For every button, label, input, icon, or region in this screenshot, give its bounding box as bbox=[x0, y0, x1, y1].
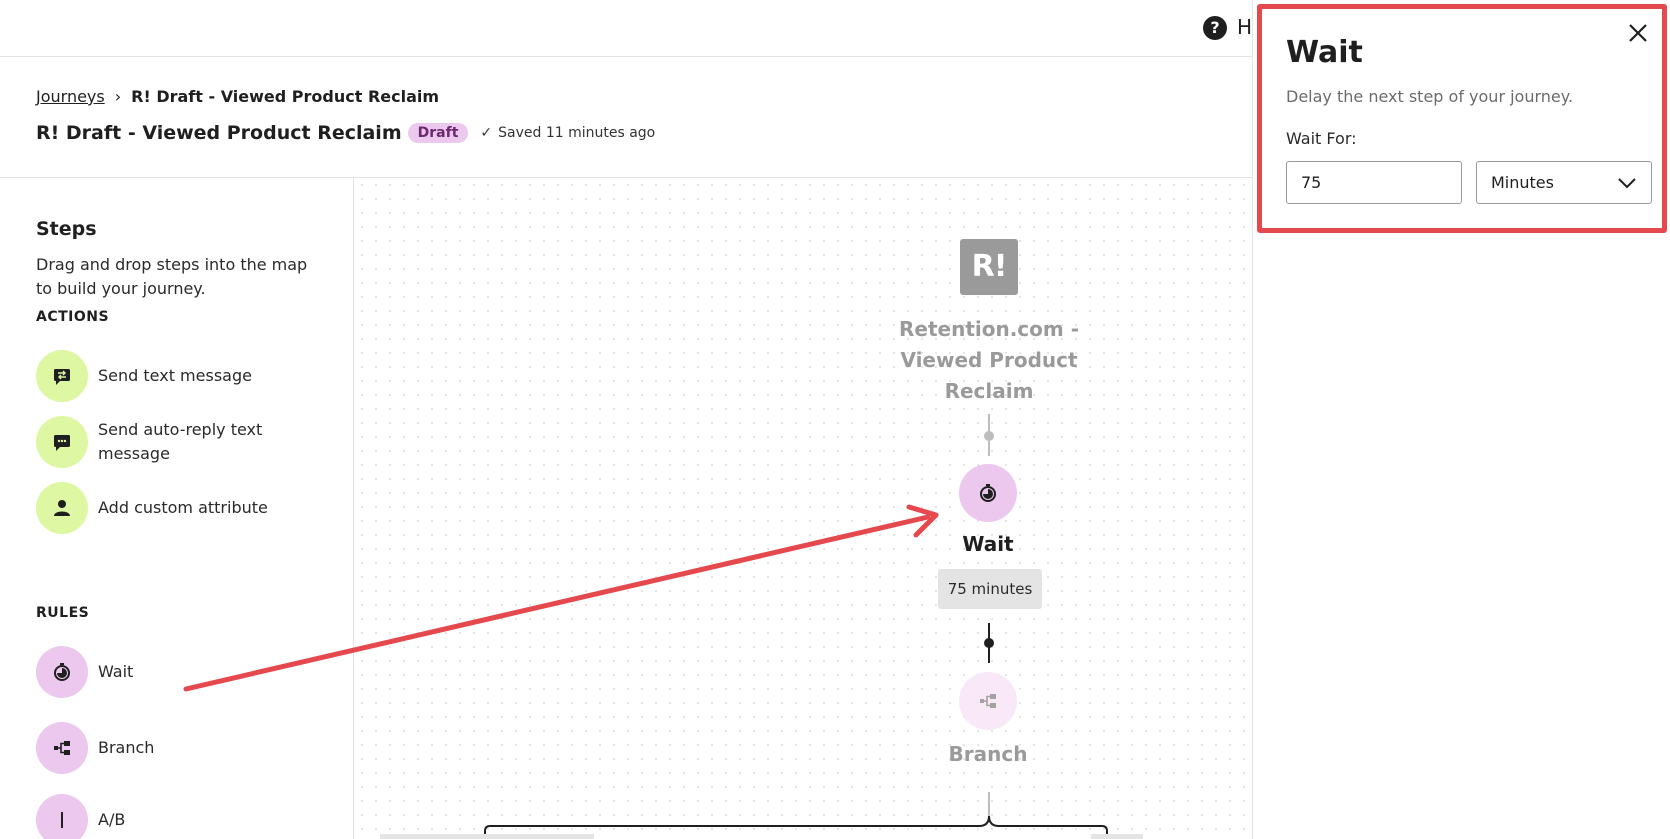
step-label: Wait bbox=[98, 662, 134, 681]
journey-header: Journeys › R! Draft - Viewed Product Rec… bbox=[0, 57, 1252, 178]
step-branch[interactable]: Branch bbox=[36, 722, 268, 774]
person-icon bbox=[36, 482, 88, 534]
step-wait[interactable]: Wait bbox=[36, 646, 268, 698]
help-label[interactable]: H bbox=[1237, 15, 1252, 39]
close-icon[interactable] bbox=[1626, 21, 1650, 45]
status-badge: Draft bbox=[407, 123, 469, 143]
stopwatch-icon bbox=[980, 484, 996, 502]
step-label: A/B bbox=[98, 810, 126, 829]
branch-icon bbox=[36, 722, 88, 774]
save-status: ✓ Saved 11 minutes ago bbox=[480, 125, 655, 141]
panel-description: Delay the next step of your journey. bbox=[1286, 87, 1574, 106]
step-add-custom-attribute[interactable]: Add custom attribute bbox=[36, 482, 268, 534]
canvas-connectors bbox=[380, 414, 1143, 839]
wait-settings-panel: Wait Delay the next step of your journey… bbox=[1252, 0, 1670, 839]
wait-unit-selected: Minutes bbox=[1491, 173, 1554, 192]
wait-duration-input[interactable] bbox=[1286, 161, 1462, 204]
steps-title: Steps bbox=[36, 218, 97, 240]
step-label: Send auto-reply text message bbox=[98, 420, 263, 463]
help-circle-icon[interactable]: ? bbox=[1203, 16, 1227, 40]
trigger-node-label[interactable]: Retention.com - Viewed Product Reclaim bbox=[874, 314, 1104, 407]
branch-icon bbox=[980, 694, 996, 708]
top-bar: ? H bbox=[0, 0, 1252, 57]
steps-description: Drag and drop steps into the map to buil… bbox=[36, 255, 308, 298]
step-label: Send text message bbox=[98, 366, 252, 385]
branch-node[interactable] bbox=[959, 672, 1017, 730]
step-ab-split[interactable]: A/B bbox=[36, 794, 268, 839]
message-send-icon bbox=[36, 350, 88, 402]
panel-title: Wait bbox=[1286, 35, 1363, 70]
stopwatch-icon bbox=[36, 646, 88, 698]
branch-node-label[interactable]: Branch bbox=[888, 742, 1088, 766]
chevron-down-icon bbox=[1618, 177, 1636, 188]
annotation-highlight-box: Wait Delay the next step of your journey… bbox=[1257, 4, 1667, 233]
breadcrumb-current: R! Draft - Viewed Product Reclaim bbox=[131, 87, 440, 106]
wait-node[interactable] bbox=[959, 464, 1017, 522]
breadcrumb: Journeys › R! Draft - Viewed Product Rec… bbox=[36, 87, 439, 106]
breadcrumb-journeys-link[interactable]: Journeys bbox=[36, 87, 105, 106]
step-label: Add custom attribute bbox=[98, 498, 268, 517]
checkmark-icon: ✓ bbox=[480, 125, 493, 141]
journey-canvas[interactable]: R! Retention.com - Viewed Product Reclai… bbox=[355, 178, 1252, 839]
steps-sidebar: Steps Drag and drop steps into the map t… bbox=[0, 178, 354, 839]
save-status-text: Saved 11 minutes ago bbox=[498, 125, 656, 141]
title-row: R! Draft - Viewed Product Reclaim Draft … bbox=[36, 122, 655, 144]
split-icon bbox=[36, 794, 88, 839]
step-label: Branch bbox=[98, 738, 155, 757]
wait-for-label: Wait For: bbox=[1286, 129, 1357, 148]
rules-section-label: RULES bbox=[36, 605, 90, 621]
actions-section-label: ACTIONS bbox=[36, 309, 110, 325]
step-send-auto-reply[interactable]: Send auto-reply text message bbox=[36, 416, 268, 468]
wait-unit-select[interactable]: Minutes bbox=[1476, 161, 1652, 204]
page-title: R! Draft - Viewed Product Reclaim bbox=[36, 122, 402, 144]
wait-node-label[interactable]: Wait bbox=[888, 532, 1088, 556]
chat-reply-icon bbox=[36, 416, 88, 468]
step-send-text-message[interactable]: Send text message bbox=[36, 350, 268, 402]
wait-node-value: 75 minutes bbox=[938, 569, 1042, 609]
chevron-right-icon: › bbox=[114, 87, 122, 106]
trigger-logo[interactable]: R! bbox=[960, 239, 1018, 295]
